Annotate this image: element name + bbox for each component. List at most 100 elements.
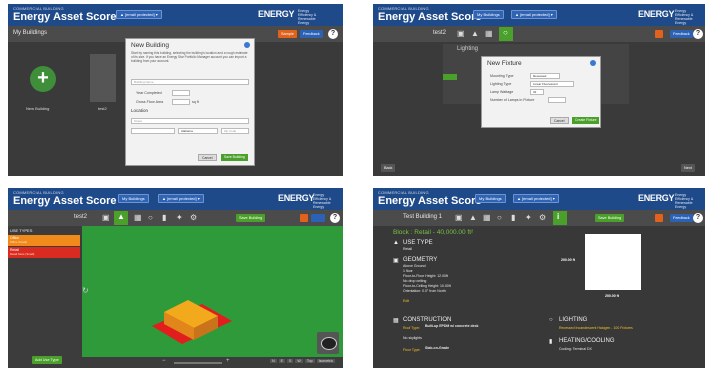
view-iso-button[interactable]: Isometric [316,359,336,363]
3d-viewport[interactable]: ↻ [82,226,343,357]
lamp-count-input[interactable] [548,97,566,103]
year-completed-input[interactable] [172,90,190,96]
use-types-heading: USE TYPES [10,228,33,233]
feedback-button[interactable]: Feedback [670,30,693,38]
blocks-icon: ▲ [117,212,125,221]
building-model[interactable] [82,226,343,357]
thermometer-icon: ▮ [549,339,553,345]
app-title[interactable]: Energy Asset Score [378,11,482,23]
help-icon[interactable]: ? [328,29,338,39]
use-type-item-retail[interactable]: Retail Retail Store (Small) [8,247,80,258]
year-completed-label: Year Completed [136,91,162,95]
info-icon[interactable] [590,60,596,66]
add-building-button[interactable]: + [30,66,56,92]
lighting-tab[interactable]: ○ [499,27,513,41]
add-fixture-button[interactable] [443,74,457,80]
cancel-button[interactable]: Cancel [198,154,217,161]
view-n-button[interactable]: N [270,359,277,363]
cube-icon[interactable]: ▣ [102,213,110,222]
blocks-icon[interactable]: ▲ [469,213,477,222]
view-e-button[interactable]: E [278,359,286,363]
alert-button[interactable] [655,30,663,38]
zoom-out-icon[interactable]: − [162,358,166,364]
floor-type-value: Slab-on-Grade [425,346,450,350]
info-tab[interactable]: i [553,211,567,225]
next-button[interactable]: Next [681,164,695,172]
construction-icon[interactable]: ▦ [134,213,142,222]
footprint-side-dim: 200.00 ft [561,258,576,262]
zoom-in-icon[interactable]: + [226,358,230,364]
lighting-value[interactable]: Recessed Incandescent Halogen - 100 Fixt… [559,326,633,330]
blocks-icon[interactable]: ▲ [471,29,479,38]
lamp-wattage-select[interactable]: 32 [530,89,544,95]
back-button[interactable]: Back [381,164,396,172]
edit-geometry-link[interactable]: Edit [403,299,409,303]
create-fixture-button[interactable]: Create Fixture [572,117,600,124]
info-icon[interactable] [244,42,250,48]
roof-type-label[interactable]: Roof Type: [403,326,420,330]
lighting-heading: LIGHTING [559,317,588,323]
construction-icon[interactable]: ▦ [485,29,493,38]
cube-icon[interactable]: ▣ [455,213,463,222]
alert-button[interactable] [300,214,308,222]
user-menu-button[interactable]: ▲ [email protected] ▾ [116,10,162,19]
building-tile[interactable] [90,54,116,102]
rotate-icon[interactable]: ↻ [82,286,89,295]
feedback-button[interactable]: Feedback [670,214,693,222]
app-title[interactable]: Energy Asset Score [13,11,117,23]
city-input[interactable] [131,128,175,134]
compass-widget[interactable] [317,332,339,354]
save-building-button[interactable]: Save Building [595,214,625,222]
view-w-button[interactable]: W [295,359,303,363]
help-icon[interactable]: ? [330,213,340,223]
my-buildings-button[interactable]: My Buildings [473,10,504,19]
app-title[interactable]: Energy Asset Score [13,195,117,207]
bulb-icon: ○ [549,317,553,323]
fan-icon[interactable]: ✦ [176,213,183,222]
user-menu-button[interactable]: ▲ [email protected] ▾ [513,194,559,203]
block-title: Block : Retail - 40,000.00 ft² [393,229,474,236]
view-top-button[interactable]: Top [304,359,315,363]
my-buildings-button[interactable]: My Buildings [475,194,506,203]
bulb-icon[interactable]: ○ [148,213,153,222]
help-icon[interactable]: ? [693,213,703,223]
save-building-button[interactable]: Save Building [221,154,248,161]
app-title[interactable]: Energy Asset Score [378,195,482,207]
add-use-type-button[interactable]: Add Use Type [32,356,62,364]
use-type-sub: Retail Store (Small) [10,252,35,256]
app-header: COMMERCIAL BUILDING Energy Asset Score M… [373,188,705,210]
thermometer-icon[interactable]: ▮ [511,213,515,222]
plus-icon: + [37,67,49,89]
state-select[interactable]: Alabama [178,128,218,134]
view-s-button[interactable]: S [287,359,294,363]
blocks-tab[interactable]: ▲ [114,211,128,225]
gear-icon[interactable]: ⚙ [539,213,546,222]
gear-icon[interactable]: ⚙ [190,213,197,222]
user-menu-button[interactable]: ▲ [email protected] ▾ [511,10,557,19]
feedback-button[interactable]: Feedback [300,30,323,38]
alert-button[interactable] [655,214,663,222]
feedback-button[interactable] [311,214,325,222]
construction-icon[interactable]: ▦ [483,213,491,222]
energy-subtitle: Energy Efficiency & Renewable Energy [675,193,694,209]
save-building-button[interactable]: Save Building [236,214,266,222]
floor-type-label[interactable]: Floor Type: [403,348,420,352]
my-buildings-button[interactable]: My Buildings [118,194,149,203]
thermometer-icon[interactable]: ▮ [162,213,166,222]
sample-button[interactable]: Sample [278,30,297,38]
zoom-slider[interactable] [174,362,222,364]
cube-icon[interactable]: ▣ [457,29,465,38]
lighting-type-select[interactable]: Linear Fluorescent [530,81,574,87]
new-building-label: New Building [26,106,50,111]
bulb-icon[interactable]: ○ [497,213,502,222]
street-input[interactable]: Street [131,118,249,124]
floor-area-input[interactable] [172,99,190,105]
zip-input[interactable]: Zip Code [221,128,249,134]
use-type-item-office[interactable]: Office Office (Small) [8,235,80,246]
fan-icon[interactable]: ✦ [525,213,532,222]
user-menu-button[interactable]: ▲ [email protected] ▾ [158,194,204,203]
mounting-select[interactable]: Recessed [530,73,560,79]
building-name-input[interactable]: Building Name [131,79,249,85]
cancel-button[interactable]: Cancel [550,117,569,124]
help-icon[interactable]: ? [693,29,703,39]
